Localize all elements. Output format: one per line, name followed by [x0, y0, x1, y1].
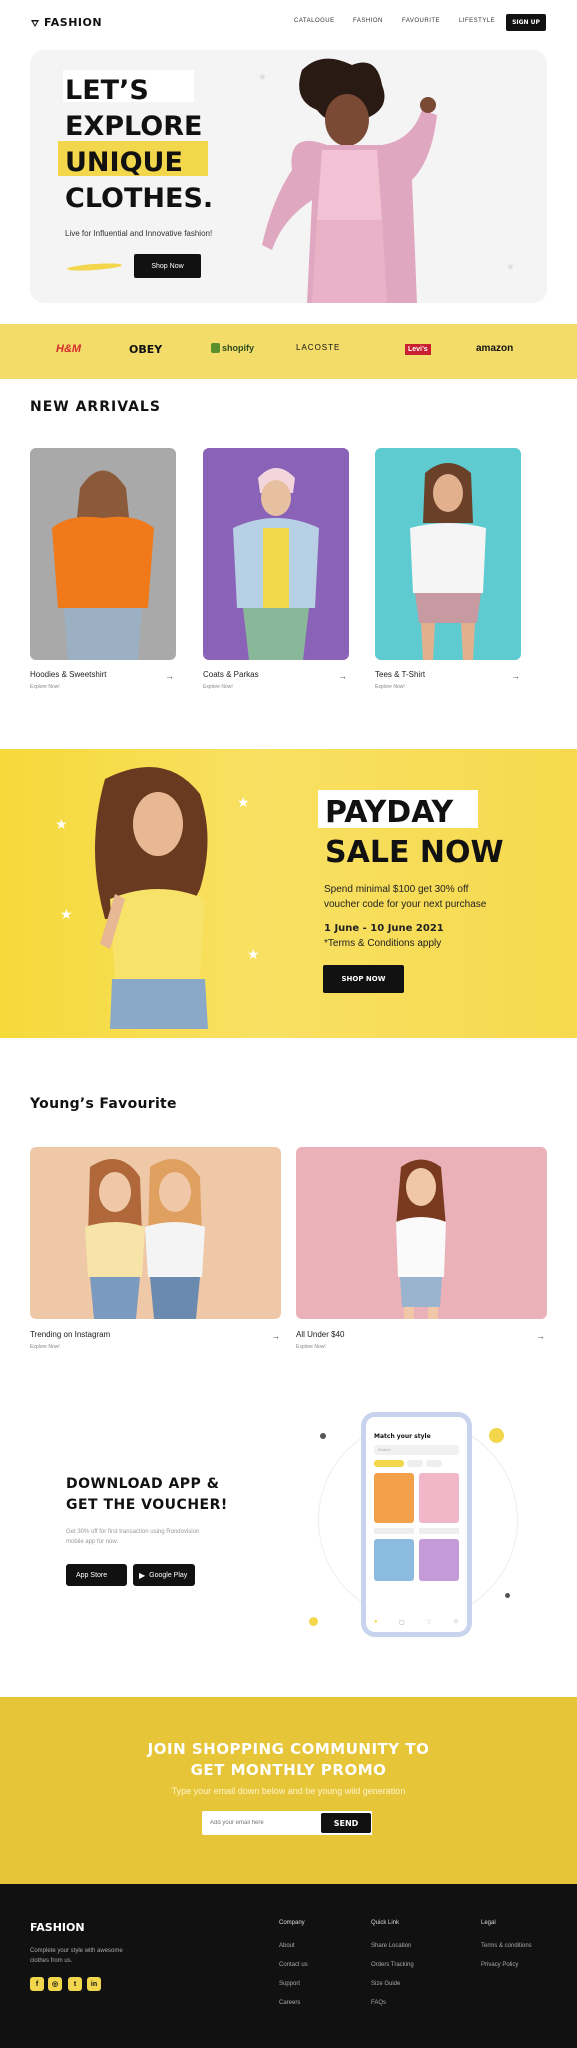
nav-lifestyle[interactable]: LIFESTYLE — [459, 18, 495, 24]
footer-link[interactable]: Orders Tracking — [371, 1962, 414, 1968]
nav-fashion[interactable]: FASHION — [353, 18, 383, 24]
favourite-card-instagram[interactable] — [30, 1147, 281, 1319]
logo-text: FASHION — [44, 16, 103, 29]
footer-tagline: clothes from us. — [30, 1958, 73, 1964]
card-label: Coats & Parkas — [203, 670, 259, 679]
card-sublabel[interactable]: Explore Now! — [296, 1344, 326, 1350]
card-label: Tees & T-Shirt — [375, 670, 426, 679]
payday-terms: *Terms & Conditions apply — [324, 938, 442, 949]
arrow-right-icon[interactable]: → — [271, 1331, 280, 1341]
footer-tagline: Complete your style with awesome — [30, 1948, 123, 1954]
brand-shopify-logo: shopify — [211, 343, 254, 353]
brand-hm-logo: H&M — [56, 343, 82, 355]
footer-col-heading: Legal — [481, 1920, 496, 1926]
card-sublabel[interactable]: Explore Now! — [203, 684, 233, 690]
phone-search: Search — [374, 1445, 459, 1455]
download-app-desc: Get 30% off for first transaction using … — [66, 1529, 200, 1545]
hero-model-photo — [262, 50, 547, 303]
footer-link[interactable]: Careers — [279, 2000, 300, 2006]
favourite-title: Young’s Favourite — [30, 1096, 177, 1112]
footer-link[interactable]: FAQs — [371, 2000, 386, 2006]
site-logo[interactable]: FASHION — [30, 16, 102, 29]
decorative-dot — [320, 1433, 326, 1439]
footer-link[interactable]: Privacy Policy — [481, 1962, 518, 1968]
card-label: All Under $40 — [296, 1330, 345, 1339]
product-card-coats[interactable] — [203, 448, 349, 660]
footer-col-heading: Company — [279, 1920, 305, 1926]
footer-col-heading: Quick Link — [371, 1920, 400, 1926]
app-store-button[interactable]: App Store — [66, 1564, 127, 1586]
logo-icon — [31, 19, 39, 27]
hero-subtitle: Live for Influential and Innovative fash… — [65, 229, 213, 238]
phone-heading: Match your style — [374, 1433, 431, 1440]
svg-text:★: ★ — [237, 794, 250, 810]
hero-shop-now-button[interactable]: Shop Now — [134, 254, 201, 278]
phone-mockup: Match your style Search ● ▢ ♡ ☺ — [361, 1412, 472, 1637]
decorative-dot — [309, 1617, 318, 1626]
community-title: JOIN SHOPPING COMMUNITY TO GET MONTHLY P… — [147, 1740, 430, 1779]
card-sublabel[interactable]: Explore Now! — [30, 684, 60, 690]
footer-link[interactable]: Share Location — [371, 1943, 411, 1949]
google-play-button[interactable]: ▶ Google Play — [133, 1564, 195, 1586]
nav-catalogue[interactable]: CATALOGUE — [294, 18, 335, 24]
decorative-dot — [489, 1428, 504, 1443]
arrow-right-icon[interactable]: → — [165, 671, 174, 681]
brand-lacoste-logo: LACOSTE — [296, 343, 341, 352]
footer-link[interactable]: Support — [279, 1981, 300, 1987]
payday-title: PAYDAY SALE NOW — [325, 795, 504, 870]
twitter-icon[interactable]: t — [68, 1977, 82, 1991]
nav-favourite[interactable]: FAVOURITE — [402, 18, 440, 24]
footer-logo: FASHION — [30, 1921, 85, 1934]
svg-text:★: ★ — [247, 946, 260, 962]
favourite-card-under40[interactable] — [296, 1147, 547, 1319]
new-arrivals-title: NEW ARRIVALS — [30, 399, 161, 415]
brand-levis-logo: Levi’s — [405, 344, 431, 355]
facebook-icon[interactable]: f — [30, 1977, 44, 1991]
community-subtitle: Type your email down below and be young … — [171, 1786, 406, 1796]
card-label: Hoodies & Sweetshirt — [30, 670, 107, 679]
arrow-right-icon[interactable]: → — [536, 1331, 545, 1341]
brand-obey-logo: OBEY — [129, 343, 163, 356]
product-card-hoodies[interactable] — [30, 448, 176, 660]
signup-button[interactable]: SIGN UP — [506, 14, 546, 31]
hero-title: LET’S EXPLORE UNIQUE CLOTHES. — [65, 75, 214, 214]
footer-link[interactable]: About — [279, 1943, 295, 1949]
payday-model-photo: ★ ★ ★ ★ — [55, 767, 260, 1029]
payday-dates: 1 June - 10 June 2021 — [324, 923, 444, 934]
brand-amazon-logo: amazon — [476, 343, 514, 354]
footer-link[interactable]: Contact us — [279, 1962, 308, 1968]
phone-chips — [374, 1460, 459, 1467]
product-card-tees[interactable] — [375, 448, 521, 660]
footer-link[interactable]: Size Guide — [371, 1981, 400, 1987]
linkedin-icon[interactable]: in — [87, 1977, 101, 1991]
play-icon: ▶ — [139, 1570, 146, 1580]
card-sublabel[interactable]: Explore Now! — [30, 1344, 60, 1350]
arrow-right-icon[interactable]: → — [338, 671, 347, 681]
phone-tabbar: ● ▢ ♡ ☺ — [374, 1619, 459, 1626]
decorative-dot — [505, 1593, 510, 1598]
svg-text:★: ★ — [55, 816, 68, 832]
card-label: Trending on Instagram — [30, 1330, 111, 1339]
footer-link[interactable]: Terms & conditions — [481, 1943, 532, 1949]
payday-desc-line2: voucher code for your next purchase — [324, 899, 487, 910]
send-button[interactable]: SEND — [321, 1813, 371, 1833]
phone-product-grid — [374, 1473, 459, 1581]
svg-text:★: ★ — [60, 906, 73, 922]
download-app-title: DOWNLOAD APP & GET THE VOUCHER! — [66, 1476, 228, 1513]
card-sublabel[interactable]: Explore Now! — [375, 684, 405, 690]
instagram-icon[interactable]: ◎ — [48, 1977, 62, 1991]
payday-desc-line1: Spend minimal $100 get 30% off — [324, 884, 469, 895]
arrow-right-icon[interactable]: → — [511, 671, 520, 681]
payday-shop-now-button[interactable]: SHOP NOW — [323, 965, 404, 993]
